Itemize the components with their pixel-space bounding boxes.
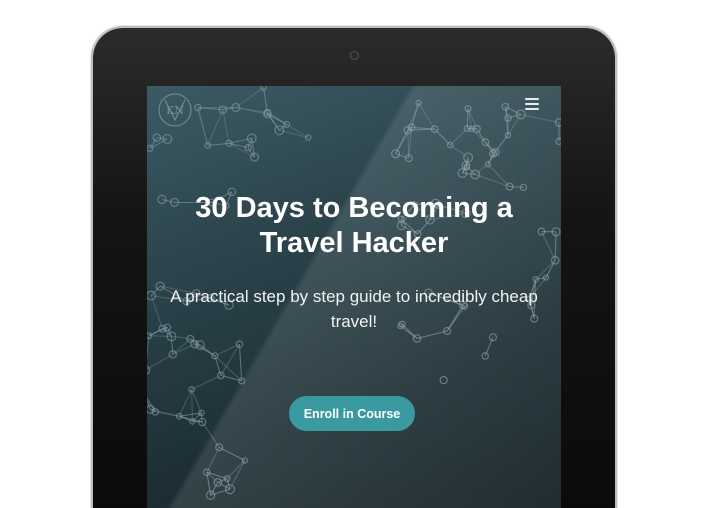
hero-subtitle: A practical step by step guide to incred… [157,284,551,334]
network-link [207,447,219,472]
network-link [192,375,221,389]
svg-text:KN: KN [166,104,184,117]
network-link [219,447,245,460]
network-link [198,108,208,146]
network-link [157,138,167,139]
network-link [236,107,268,114]
network-node [147,366,149,374]
network-node [392,150,400,158]
network-link [419,103,435,129]
network-link [227,460,245,478]
network-node [242,458,247,463]
website-screen: KN 30 Days to Becoming a Travel Hacker A… [147,86,561,508]
hamburger-menu-icon[interactable] [525,98,539,110]
network-node [416,100,421,105]
network-link [147,336,149,370]
enroll-button[interactable]: Enroll in Course [289,396,415,431]
network-link [510,187,524,188]
network-link [542,232,556,261]
network-link [201,413,202,422]
network-link [192,389,193,421]
menu-bar [525,108,539,110]
network-node [440,377,447,384]
network-link [179,389,191,416]
network-link [208,110,223,146]
camera-icon [350,51,359,60]
menu-bar [525,98,539,100]
network-link [236,87,264,107]
network-link [147,354,173,370]
network-link [171,336,172,354]
network-link [475,175,509,187]
network-link [192,389,202,412]
network-link [239,344,241,381]
network-link [521,114,559,122]
network-link [149,336,171,337]
network-link [223,110,229,144]
network-link [202,422,219,447]
kn-monogram-logo[interactable]: KN [155,90,195,130]
menu-bar [525,103,539,105]
network-link [287,124,309,137]
hero-title: 30 Days to Becoming a Travel Hacker [167,191,541,261]
network-link [411,103,418,127]
tablet-device: KN 30 Days to Becoming a Travel Hacker A… [93,28,615,508]
